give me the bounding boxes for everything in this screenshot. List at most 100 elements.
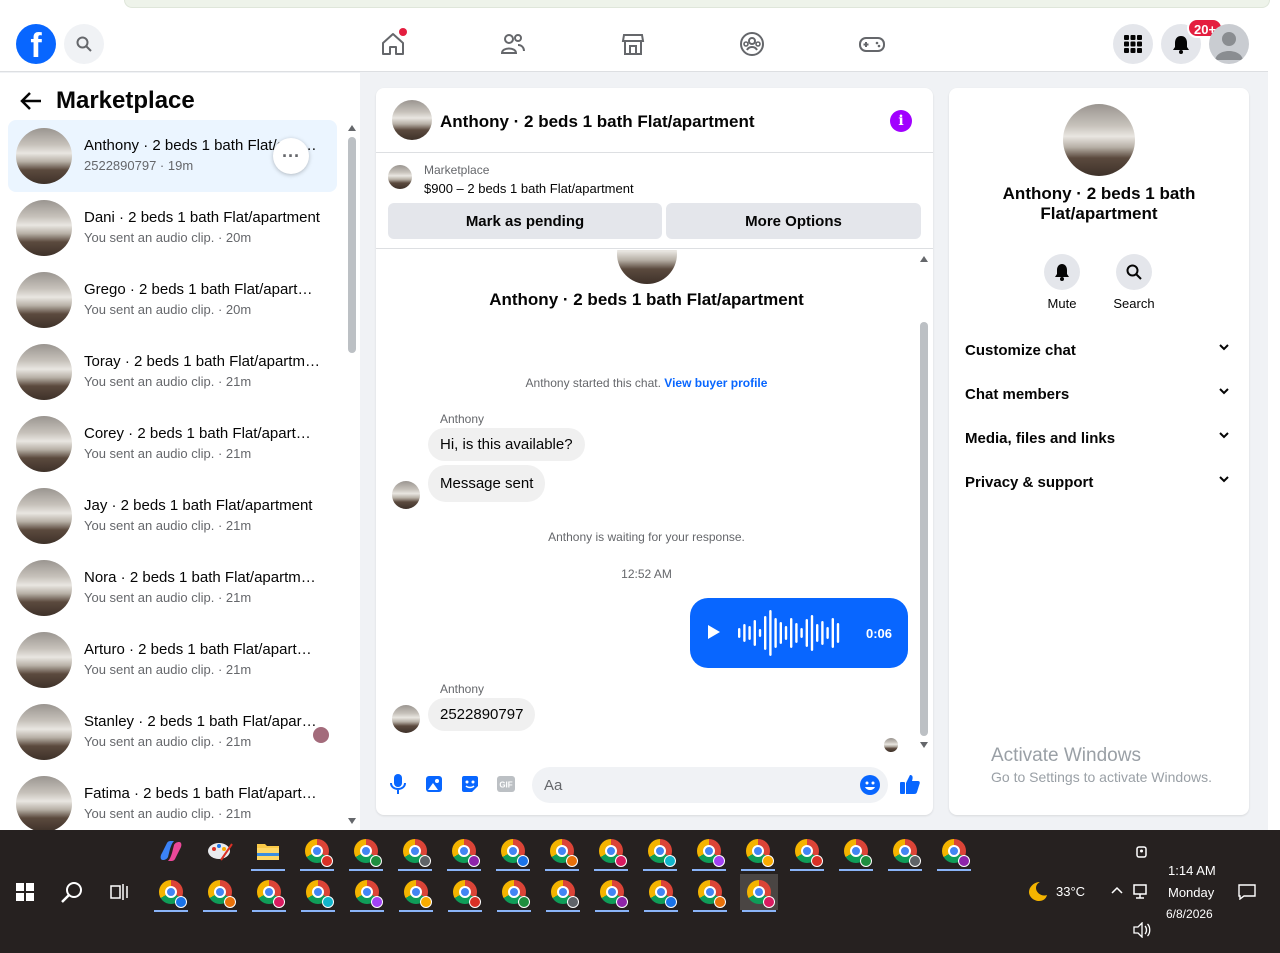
conversation-list-scrollbar[interactable] [345,125,359,830]
conversation-item[interactable]: Grego · 2 beds 1 bath Flat/apartment You … [8,264,337,336]
waveform-bar [784,626,788,640]
chat-title[interactable]: Anthony · 2 beds 1 bath Flat/apartment [440,112,755,132]
taskbar-chrome-window[interactable] [298,833,336,871]
conversation-item[interactable]: Toray · 2 beds 1 bath Flat/apartment You … [8,336,337,408]
search-action[interactable]: Search [1104,254,1164,311]
scrollbar-thumb[interactable] [920,322,928,736]
conversation-item[interactable]: Jay · 2 beds 1 bath Flat/apartment You se… [8,480,337,552]
back-button[interactable] [20,91,42,116]
nav-marketplace[interactable] [617,28,649,60]
conversation-item[interactable]: Anthony · 2 beds 1 bath Flat/apartment 25… [8,120,337,192]
mark-pending-button[interactable]: Mark as pending [388,203,662,239]
taskbar-chrome-window[interactable] [543,833,581,871]
attach-photo-button[interactable] [422,772,446,796]
taskbar-chrome-window[interactable] [396,833,434,871]
search-button[interactable] [64,24,104,64]
emoji-icon[interactable] [860,775,880,795]
chat-thumbnail[interactable] [392,100,432,140]
taskbar-chrome-window[interactable] [837,833,875,871]
taskbar-chrome-window[interactable] [641,833,679,871]
nav-gaming[interactable] [856,28,888,60]
mute-action[interactable]: Mute [1032,254,1092,311]
sticker-button[interactable] [458,772,482,796]
facebook-logo[interactable]: f [16,24,56,65]
profile-thumbnail[interactable] [1063,104,1135,176]
taskbar-chrome-window[interactable] [299,874,337,912]
message-bubble[interactable]: 2522890797 [428,698,536,731]
taskbar-copilot[interactable] [152,833,190,869]
taskbar-chrome-window[interactable] [446,874,484,912]
taskbar-chrome-window[interactable] [691,874,729,912]
taskbar-chrome-window[interactable] [348,874,386,912]
message-input[interactable] [544,767,844,803]
taskbar-chrome-window[interactable] [740,874,778,912]
taskbar-chrome-window[interactable] [201,874,239,912]
customize-chat-section[interactable]: Customize chat [965,332,1233,368]
network-icon[interactable] [1133,884,1151,900]
conversation-item[interactable]: Nora · 2 beds 1 bath Flat/apartment You s… [8,552,337,624]
chat-scrollbar[interactable] [917,250,931,755]
taskbar-chrome-window[interactable] [250,874,288,912]
sender-avatar[interactable] [392,481,420,509]
task-view-button[interactable] [101,874,139,910]
message-bubble[interactable]: Message sent [428,465,546,502]
message-bubble[interactable]: Hi, is this available? [428,428,585,461]
page-scrollbar[interactable] [1268,16,1280,830]
taskbar-chrome-window[interactable] [593,874,631,912]
nav-groups[interactable] [736,28,768,60]
privacy-support-section[interactable]: Privacy & support [965,464,1233,500]
taskbar-chrome-window[interactable] [642,874,680,912]
more-options-button[interactable]: More Options [666,203,921,239]
conversation-item[interactable]: Stanley · 2 beds 1 bath Flat/apartment Yo… [8,696,337,768]
taskbar-chrome-window[interactable] [935,833,973,871]
gif-button[interactable]: GIF [494,772,518,796]
taskbar-chrome-window[interactable] [445,833,483,871]
meet-now-icon[interactable] [1135,844,1149,860]
media-files-links-section[interactable]: Media, files and links [965,420,1233,456]
listing-price[interactable]: $900 – 2 beds 1 bath Flat/apartment [424,181,634,196]
sender-avatar[interactable] [392,705,420,733]
taskbar-chrome-window[interactable] [788,833,826,871]
info-icon[interactable]: i [890,110,912,132]
menu-button[interactable] [1113,24,1153,64]
voice-clip-button[interactable] [386,772,410,796]
play-icon[interactable] [708,625,720,639]
clock-date[interactable]: 6/8/2026 [1166,907,1213,921]
message-input-box[interactable] [532,767,888,803]
taskbar-chrome-window[interactable] [397,874,435,912]
taskbar-search-button[interactable] [53,874,91,910]
conversation-item[interactable]: Dani · 2 beds 1 bath Flat/apartment You s… [8,192,337,264]
taskbar-chrome-window[interactable] [592,833,630,871]
taskbar-chrome-window[interactable] [494,833,532,871]
start-button[interactable] [6,874,44,910]
nav-home[interactable] [377,28,409,60]
taskbar-chrome-window[interactable] [152,874,190,912]
taskbar-chrome-window[interactable] [739,833,777,871]
scroll-down-arrow-icon [920,742,928,748]
audio-message[interactable]: 0:06 [690,598,908,668]
taskbar-chrome-window[interactable] [347,833,385,871]
conversation-item[interactable]: Corey · 2 beds 1 bath Flat/apartment You … [8,408,337,480]
listing-thumbnail[interactable] [388,165,412,189]
taskbar-chrome-window[interactable] [886,833,924,871]
message-sender: Anthony [440,682,485,696]
chat-members-section[interactable]: Chat members [965,376,1233,412]
taskbar-chrome-window[interactable] [495,874,533,912]
view-buyer-profile-link[interactable]: View buyer profile [664,376,767,390]
more-options-button[interactable]: ··· [273,138,309,174]
action-center-icon[interactable] [1238,884,1256,900]
weather-temperature[interactable]: 33°C [1056,884,1085,899]
taskbar-file-explorer[interactable] [249,833,287,871]
chevron-up-icon[interactable] [1111,886,1123,894]
volume-icon[interactable] [1133,922,1151,938]
taskbar-chrome-window[interactable] [544,874,582,912]
account-avatar[interactable] [1209,24,1249,64]
taskbar-paint[interactable] [201,833,239,869]
nav-friends[interactable] [497,28,529,60]
like-button[interactable] [898,772,922,796]
taskbar-chrome-window[interactable] [690,833,728,871]
clock-time[interactable]: 1:14 AM [1168,863,1216,878]
clock-day[interactable]: Monday [1168,885,1214,900]
conversation-item[interactable]: Arturo · 2 beds 1 bath Flat/apartment You… [8,624,337,696]
scrollbar-thumb[interactable] [348,137,356,353]
